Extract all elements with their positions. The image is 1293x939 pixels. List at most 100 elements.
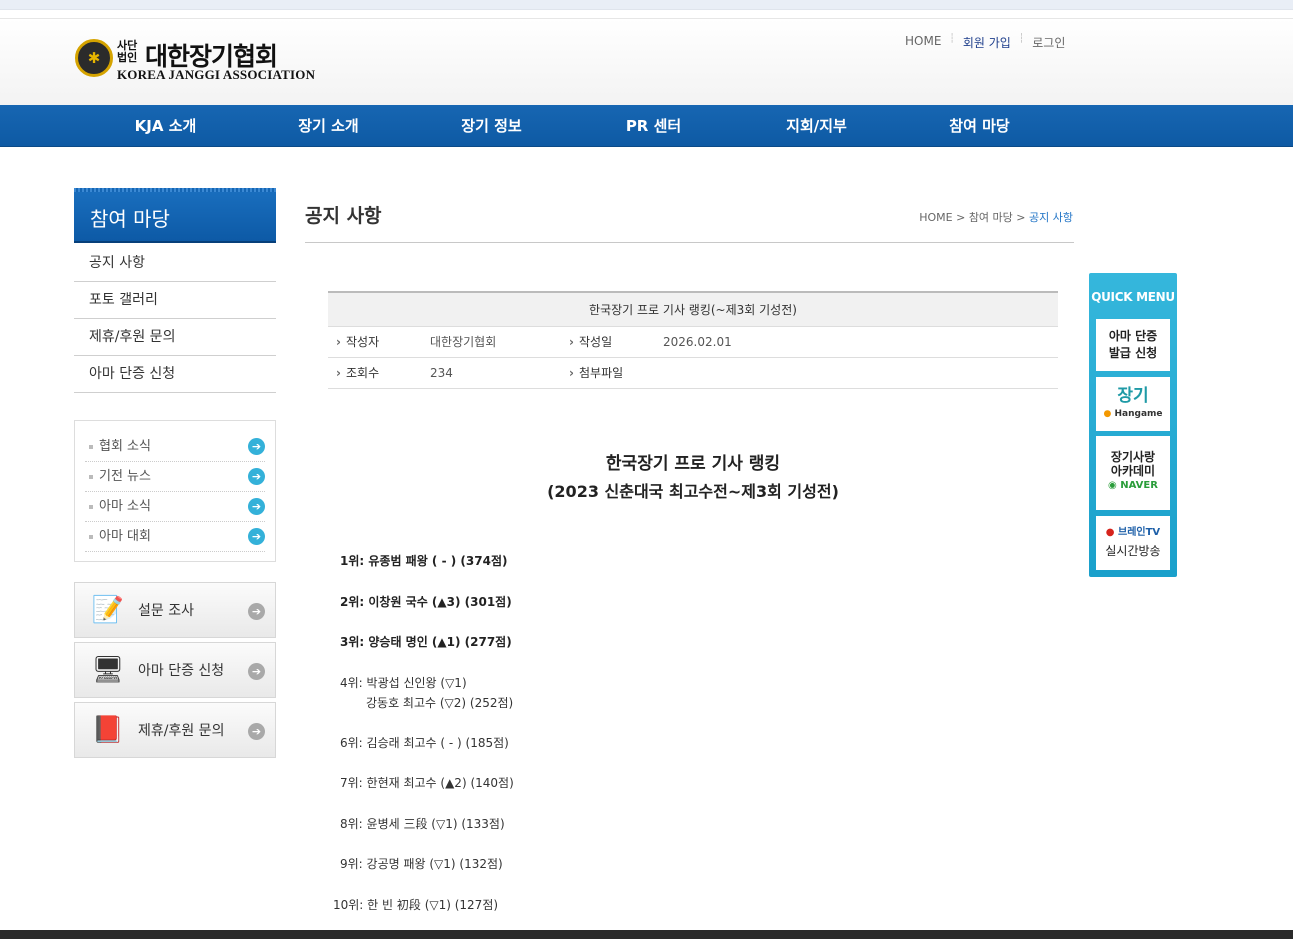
- ranking-line: 7위: 한현재 최고수 (▲2) (140점): [340, 776, 514, 790]
- news-link-label: 기전 뉴스: [99, 469, 151, 484]
- quick-naver-academy[interactable]: 장기사랑 아카데미 ◉ NAVER: [1096, 436, 1170, 510]
- breadcrumb-separator: >: [956, 211, 969, 224]
- logo-small-text: 사단법인: [117, 39, 138, 64]
- brain-tv-logo: ● 브레인TV: [1096, 524, 1170, 542]
- news-link-label: 아마 소식: [99, 499, 151, 514]
- arrow-right-icon: ➔: [248, 663, 265, 680]
- book-icon: 📕: [91, 715, 125, 745]
- site-header: ✱ 사단법인 대한장기협회 KOREA JANGGI ASSOCIATION H…: [0, 18, 1293, 105]
- author-value: 대한장기협회: [430, 335, 497, 349]
- nav-branches[interactable]: 지회/지부: [735, 105, 898, 147]
- sidebar-item-notice[interactable]: 공지 사항: [74, 245, 276, 282]
- ranking-line: 9위: 강공명 패왕 (▽1) (132점): [340, 857, 503, 871]
- quick-item-line: 브레인TV: [1118, 527, 1161, 538]
- browser-top-strip: [0, 0, 1293, 10]
- post-header: 한국장기 프로 기사 랭킹(~제3회 기성전) 작성자 대한장기협회 작성일 2…: [328, 291, 1058, 389]
- quick-hangame-janggi[interactable]: 장기 ● Hangame: [1096, 377, 1170, 431]
- quick-item-line: 장기: [1117, 386, 1149, 406]
- brain-tv-icon: ●: [1105, 527, 1115, 538]
- article-subtitle: (2023 신춘대국 최고수전~제3회 기성전): [547, 482, 839, 501]
- banner-sponsor[interactable]: 📕 제휴/후원 문의 ➔: [74, 702, 276, 758]
- news-link-tournament[interactable]: 기전 뉴스 ➔: [85, 462, 265, 492]
- breadcrumb-home[interactable]: HOME: [919, 211, 952, 224]
- arrow-right-icon: ➔: [248, 498, 265, 515]
- browser-bottom-bar: [0, 930, 1293, 939]
- banner-amateur-dan[interactable]: 🖥 아마 단증 신청 ➔: [74, 642, 276, 698]
- post-body: 한국장기 프로 기사 랭킹 (2023 신춘대국 최고수전~제3회 기성전): [328, 450, 1058, 506]
- ranking-line: 3위: 양승태 명인 (▲1) (277점): [340, 635, 512, 649]
- quick-item-line: 실시간방송: [1105, 544, 1161, 558]
- arrow-right-icon: ➔: [248, 603, 265, 620]
- banner-label: 아마 단증 신청: [138, 663, 225, 679]
- banner-survey[interactable]: 📝 설문 조사 ➔: [74, 582, 276, 638]
- sidebar-title: 참여 마당: [74, 188, 276, 243]
- arrow-right-icon: ➔: [248, 468, 265, 485]
- quick-item-line: 장기사랑: [1110, 450, 1156, 464]
- date-value: 2026.02.01: [663, 335, 732, 349]
- ranking-line: 강동호 최고수 (▽2) (252점): [366, 696, 514, 710]
- title-divider: [305, 242, 1074, 243]
- arrow-right-icon: ➔: [248, 723, 265, 740]
- quick-item-line: 아마 단증: [1108, 329, 1158, 343]
- ranking-line: 10위: 한 빈 初段 (▽1) (127점): [333, 898, 499, 912]
- sidebar-item-amateur-dan[interactable]: 아마 단증 신청: [74, 356, 276, 393]
- post-meta-row: 작성자 대한장기협회 작성일 2026.02.01: [328, 327, 1058, 358]
- util-join-link[interactable]: 회원 가입: [955, 34, 1019, 51]
- article-title: 한국장기 프로 기사 랭킹: [605, 454, 781, 474]
- quick-item-line: Hangame: [1114, 409, 1163, 419]
- views-value: 234: [430, 366, 453, 380]
- ranking-line: 8위: 윤병세 三段 (▽1) (133점): [340, 817, 505, 831]
- quick-menu: QUICK MENU 아마 단증 발급 신청 장기 ● Hangame 장기사랑…: [1089, 273, 1177, 577]
- quick-item-line: 발급 신청: [1108, 346, 1158, 360]
- nav-janggi-info[interactable]: 장기 정보: [410, 105, 573, 147]
- quick-brain-tv[interactable]: ● 브레인TV 실시간방송: [1096, 516, 1170, 570]
- ranking-line: 6위: 김승래 최고수 ( - ) (185점): [340, 736, 509, 750]
- naver-icon: ◉: [1108, 480, 1117, 491]
- news-link-association[interactable]: 협회 소식 ➔: [85, 432, 265, 462]
- page-title: 공지 사항: [305, 205, 382, 227]
- post-subject: 한국장기 프로 기사 랭킹(~제3회 기성전): [328, 291, 1058, 327]
- breadcrumb-separator: >: [1016, 211, 1030, 224]
- news-links-box: 협회 소식 ➔ 기전 뉴스 ➔ 아마 소식 ➔ 아마 대회 ➔: [74, 420, 276, 562]
- sidebar-menu: 공지 사항 포토 갤러리 제휴/후원 문의 아마 단증 신청: [74, 245, 276, 393]
- survey-pen-icon: 📝: [91, 595, 125, 625]
- util-home-link[interactable]: HOME: [905, 34, 949, 51]
- date-label: 작성일: [569, 327, 612, 358]
- quick-menu-title: QUICK MENU: [1091, 290, 1175, 304]
- news-link-amateur-contest[interactable]: 아마 대회 ➔: [85, 522, 265, 552]
- hangame-icon: ●: [1103, 409, 1112, 419]
- banner-label: 제휴/후원 문의: [138, 723, 225, 739]
- utility-links: HOME ┆ 회원 가입 ┆ 로그인: [905, 34, 1073, 51]
- emblem-icon: ✱: [75, 39, 113, 77]
- quick-item-line: 아카데미: [1110, 464, 1156, 478]
- ranking-line: 4위: 박광섭 신인왕 (▽1): [340, 676, 467, 690]
- breadcrumb-section[interactable]: 참여 마당: [969, 211, 1013, 224]
- ranking-line: 1위: 유종범 패왕 ( - ) (374점): [340, 554, 508, 568]
- quick-amateur-dan[interactable]: 아마 단증 발급 신청: [1096, 319, 1170, 371]
- post-meta-row: 조회수 234 첨부파일: [328, 358, 1058, 389]
- news-link-amateur[interactable]: 아마 소식 ➔: [85, 492, 265, 522]
- computer-icon: 🖥: [91, 655, 125, 685]
- naver-logo: ◉ NAVER: [1096, 478, 1170, 494]
- sidebar-item-sponsor[interactable]: 제휴/후원 문의: [74, 319, 276, 356]
- site-logo[interactable]: ✱ 사단법인 대한장기협회 KOREA JANGGI ASSOCIATION: [75, 39, 316, 82]
- views-label: 조회수: [336, 358, 379, 389]
- ranking-line: 2위: 이창원 국수 (▲3) (301점): [340, 595, 512, 609]
- nav-kja[interactable]: KJA 소개: [84, 105, 247, 147]
- attachment-label: 첨부파일: [569, 358, 623, 389]
- breadcrumb: HOME > 참여 마당 > 공지 사항: [919, 209, 1073, 225]
- main-navigation: KJA 소개 장기 소개 장기 정보 PR 센터 지회/지부 참여 마당: [0, 105, 1293, 147]
- util-login-link[interactable]: 로그인: [1024, 34, 1073, 51]
- nav-pr-center[interactable]: PR 센터: [572, 105, 735, 147]
- banner-label: 설문 조사: [138, 603, 194, 619]
- nav-janggi-intro[interactable]: 장기 소개: [247, 105, 410, 147]
- arrow-right-icon: ➔: [248, 528, 265, 545]
- logo-english-text: KOREA JANGGI ASSOCIATION: [117, 67, 316, 82]
- news-link-label: 아마 대회: [99, 529, 151, 544]
- sidebar-item-photo[interactable]: 포토 갤러리: [74, 282, 276, 319]
- article-heading: 한국장기 프로 기사 랭킹 (2023 신춘대국 최고수전~제3회 기성전): [328, 450, 1058, 506]
- author-label: 작성자: [336, 327, 379, 358]
- nav-participation[interactable]: 참여 마당: [898, 105, 1061, 147]
- news-link-label: 협회 소식: [99, 439, 151, 454]
- hangame-logo: ● Hangame: [1096, 407, 1170, 421]
